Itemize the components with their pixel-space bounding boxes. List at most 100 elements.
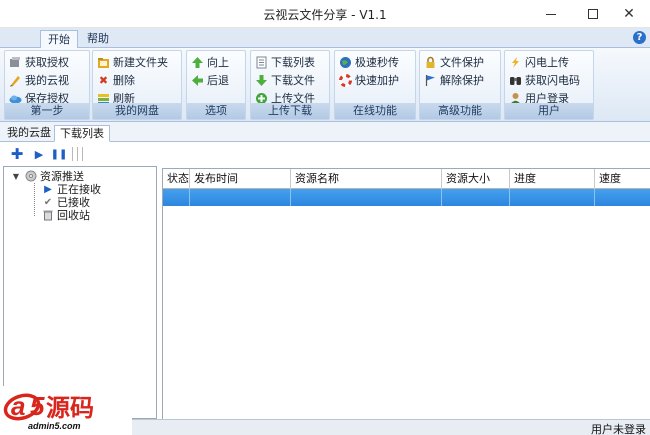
get-authorization-label: 获取授权 [25, 56, 69, 69]
title-bar: 云视云文件分享 - V1.1 ✕ [0, 0, 650, 28]
resource-tree: ▼ 资源推送 ▶ 正在接收 ✔ 已接收 回收站 [3, 166, 157, 419]
go-up-label: 向上 [207, 56, 229, 69]
minimize-button[interactable] [530, 0, 572, 28]
instant-upload-label: 极速秒传 [355, 56, 399, 69]
close-icon: ✕ [623, 6, 635, 22]
ribbon-group-label: 用户 [505, 103, 593, 119]
pen-icon [9, 74, 22, 87]
flash-upload-button[interactable]: 闪电上传 [509, 53, 580, 71]
my-cloud-view-button[interactable]: 我的云视 [9, 71, 69, 89]
table-row-selected[interactable] [163, 189, 650, 206]
menu-tab-help[interactable]: 帮助 [80, 30, 116, 48]
check-icon: ✔ [43, 196, 53, 208]
collapse-arrow-icon[interactable]: ▼ [10, 170, 22, 182]
file-protect-button[interactable]: 文件保护 [424, 53, 484, 71]
play-icon: ▶ [44, 183, 52, 195]
maximize-icon [588, 9, 598, 19]
download-file-label: 下载文件 [271, 74, 315, 87]
table-cell [442, 189, 510, 206]
get-authorization-button[interactable]: 获取授权 [9, 53, 69, 71]
close-button[interactable]: ✕ [608, 0, 650, 28]
ribbon-group-label: 我的网盘 [93, 103, 181, 119]
tree-connector-lines [34, 183, 42, 216]
column-header-publish-time[interactable]: 发布时间 [190, 169, 291, 189]
toolbar-divider [77, 147, 78, 161]
get-flash-code-button[interactable]: 获取闪电码 [509, 71, 580, 89]
table-cell [595, 189, 650, 206]
column-header-resource-name[interactable]: 资源名称 [291, 169, 442, 189]
file-protect-label: 文件保护 [440, 56, 484, 69]
watermark-url: admin5.com [28, 421, 81, 431]
new-folder-label: 新建文件夹 [113, 56, 168, 69]
back-label: 后退 [207, 74, 229, 87]
new-folder-button[interactable]: 新建文件夹 [97, 53, 168, 71]
column-header-resource-size[interactable]: 资源大小 [442, 169, 510, 189]
menu-tab-start[interactable]: 开始 [40, 30, 78, 48]
arrow-up-icon [191, 56, 204, 69]
grid-header: 状态 发布时间 资源名称 资源大小 进度 速度 [163, 169, 650, 189]
table-cell [291, 189, 442, 206]
pause-icon: ❚❚ [50, 148, 68, 160]
my-cloud-view-label: 我的云视 [25, 74, 69, 87]
download-list-button[interactable]: 下载列表 [255, 53, 315, 71]
table-cell [163, 189, 190, 206]
column-header-status[interactable]: 状态 [163, 169, 190, 189]
toolbar-divider [82, 147, 83, 161]
delete-button[interactable]: ✖ 删除 [97, 71, 168, 89]
remove-protect-label: 解除保护 [440, 74, 484, 87]
ribbon-group-transfer: 下载列表 下载文件 上传文件 上传下载 [250, 50, 330, 120]
download-list-label: 下载列表 [271, 56, 315, 69]
menu-bar: 开始 帮助 ? [0, 28, 650, 48]
quick-protect-label: 快速加护 [355, 74, 399, 87]
tree-node-recycle-bin[interactable]: 回收站 [42, 208, 90, 222]
go-up-button[interactable]: 向上 [191, 53, 229, 71]
start-button[interactable]: ▶ [32, 147, 46, 161]
globe-icon [339, 56, 352, 69]
svg-text:5: 5 [30, 391, 45, 421]
disc-icon [25, 170, 37, 182]
get-flash-code-label: 获取闪电码 [525, 74, 580, 87]
ribbon-group-first-step: 获取授权 我的云视 保存授权 第一步 [4, 50, 90, 120]
ribbon-group-advanced: 文件保护 解除保护 高级功能 [419, 50, 501, 120]
login-status: 用户未登录 [591, 423, 646, 435]
add-button[interactable]: ✚ [10, 145, 24, 163]
tab-my-drive[interactable]: 我的云盘 [2, 125, 56, 142]
play-icon: ▶ [34, 147, 44, 161]
lightning-icon [509, 56, 522, 69]
remove-protect-button[interactable]: 解除保护 [424, 71, 484, 89]
delete-icon: ✖ [98, 73, 109, 87]
delete-label: 删除 [113, 74, 135, 87]
add-icon: ✚ [10, 145, 24, 163]
download-file-button[interactable]: 下载文件 [255, 71, 315, 89]
ribbon-group-my-drive: 新建文件夹 ✖ 删除 刷新 我的网盘 [92, 50, 182, 120]
instant-upload-button[interactable]: 极速秒传 [339, 53, 399, 71]
list-icon [255, 56, 268, 69]
a5-logo-icon: a 5 源码 [3, 391, 94, 422]
watermark-logo: a 5 源码 admin5.com [0, 386, 132, 435]
new-folder-icon [97, 56, 110, 69]
back-button[interactable]: 后退 [191, 71, 229, 89]
tab-download-list[interactable]: 下载列表 [54, 125, 110, 142]
key-icon [9, 56, 22, 69]
quick-protect-button[interactable]: 快速加护 [339, 71, 399, 89]
column-header-speed[interactable]: 速度 [595, 169, 650, 189]
ribbon: 获取授权 我的云视 保存授权 第一步 新建文件夹 ✖ 删除 刷新 我的网盘 向上… [0, 48, 650, 122]
table-cell [510, 189, 595, 206]
download-grid: 状态 发布时间 资源名称 资源大小 进度 速度 [162, 168, 650, 419]
minimize-icon [546, 13, 556, 15]
svg-text:源码: 源码 [46, 394, 94, 422]
column-header-progress[interactable]: 进度 [510, 169, 595, 189]
ribbon-group-options: 向上 后退 选项 [186, 50, 246, 120]
ribbon-group-label: 第一步 [5, 103, 89, 119]
lock-icon [424, 56, 437, 69]
flash-upload-label: 闪电上传 [525, 56, 569, 69]
table-cell [190, 189, 291, 206]
ribbon-group-user: 闪电上传 获取闪电码 用户登录 用户 [504, 50, 594, 120]
pause-button[interactable]: ❚❚ [50, 147, 68, 161]
help-icon[interactable]: ? [633, 31, 646, 44]
binoculars-icon [509, 74, 522, 87]
tree-label: 回收站 [57, 209, 90, 222]
lifebuoy-icon [339, 73, 352, 87]
recycle-bin-icon [42, 209, 54, 221]
arrow-left-icon [191, 74, 204, 87]
